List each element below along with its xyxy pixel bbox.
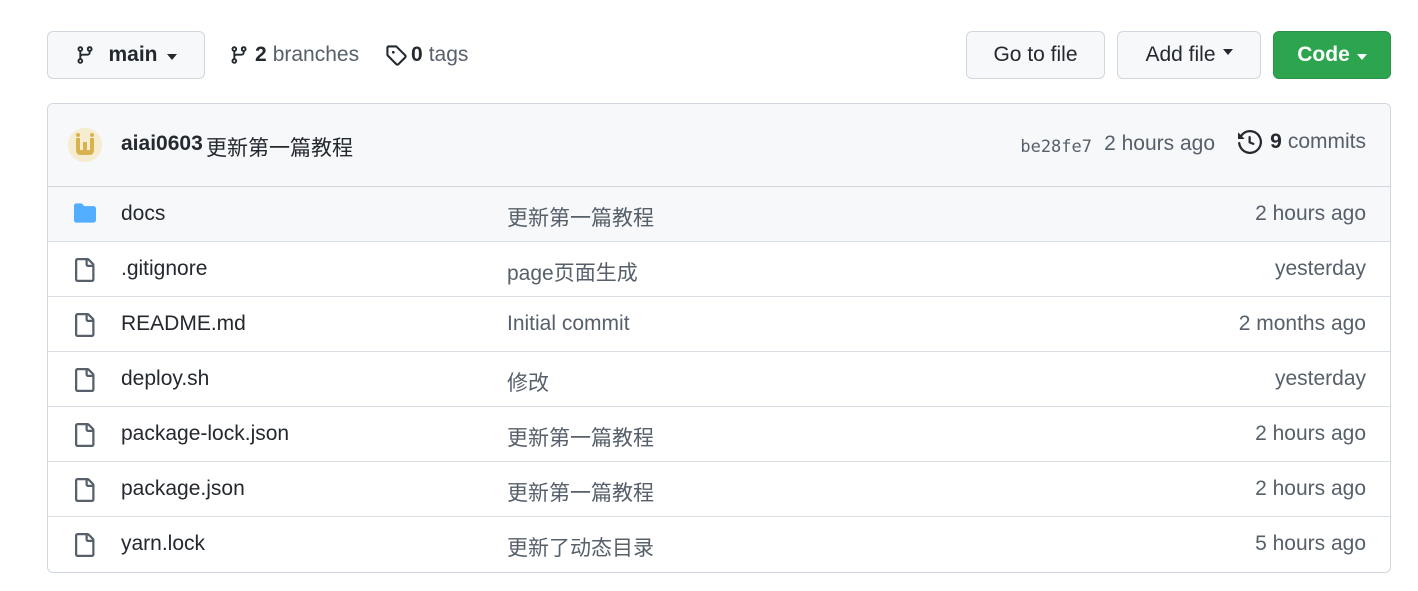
file-row[interactable]: docs 更新第一篇教程 2 hours ago bbox=[48, 187, 1390, 242]
branches-link[interactable]: 2 branches bbox=[229, 31, 359, 79]
file-commit-time: 2 months ago bbox=[1238, 312, 1366, 335]
branches-count: 2 bbox=[255, 43, 267, 66]
file-row[interactable]: deploy.sh 修改 yesterday bbox=[48, 352, 1390, 407]
add-file-label: Add file bbox=[1145, 43, 1216, 66]
avatar[interactable] bbox=[68, 128, 102, 162]
tags-link[interactable]: 0 tags bbox=[385, 31, 468, 79]
latest-commit-bar: aiai0603 更新第一篇教程 be28fe7 2 hours ago 9 c… bbox=[48, 104, 1390, 187]
file-name-link[interactable]: README.md bbox=[121, 312, 246, 336]
branch-name: main bbox=[108, 43, 158, 66]
file-commit-time: 2 hours ago bbox=[1255, 202, 1366, 225]
file-commit-time: 2 hours ago bbox=[1255, 477, 1366, 500]
history-icon bbox=[1238, 130, 1263, 154]
chevron-down-icon bbox=[1356, 53, 1367, 60]
file-commit-message[interactable]: Initial commit bbox=[507, 312, 630, 336]
commit-time: 2 hours ago bbox=[1104, 132, 1215, 155]
file-row[interactable]: .gitignore page页面生成 yesterday bbox=[48, 242, 1390, 297]
file-commit-time: 2 hours ago bbox=[1255, 422, 1366, 445]
file-row[interactable]: yarn.lock 更新了动态目录 5 hours ago bbox=[48, 517, 1390, 572]
chevron-down-icon bbox=[166, 53, 177, 60]
code-button[interactable]: Code bbox=[1273, 31, 1391, 79]
file-commit-message[interactable]: 更新第一篇教程 bbox=[507, 477, 654, 507]
repo-file-navigator: main 2 branches 0 tags Go to file Add fi… bbox=[47, 31, 1391, 573]
branches-label: branches bbox=[272, 43, 360, 66]
file-row[interactable]: package-lock.json 更新第一篇教程 2 hours ago bbox=[48, 407, 1390, 462]
file-icon bbox=[72, 477, 96, 508]
chevron-down-icon bbox=[1222, 49, 1233, 55]
file-commit-time: yesterday bbox=[1274, 257, 1366, 280]
file-icon bbox=[72, 367, 96, 398]
add-file-button[interactable]: Add file bbox=[1117, 31, 1261, 79]
file-row[interactable]: README.md Initial commit 2 months ago bbox=[48, 297, 1390, 352]
commit-author[interactable]: aiai0603 bbox=[121, 132, 203, 156]
file-commit-message[interactable]: 更新了动态目录 bbox=[507, 532, 654, 562]
file-rows: docs 更新第一篇教程 2 hours ago .gitignore page页面生成… bbox=[48, 187, 1390, 572]
file-name-link[interactable]: yarn.lock bbox=[121, 532, 205, 556]
git-branch-icon bbox=[231, 46, 247, 64]
tags-label: tags bbox=[428, 43, 469, 66]
file-row[interactable]: package.json 更新第一篇教程 2 hours ago bbox=[48, 462, 1390, 517]
file-commit-time: 5 hours ago bbox=[1255, 532, 1366, 555]
commits-label: commits bbox=[1287, 130, 1366, 153]
tags-count: 0 bbox=[411, 43, 423, 66]
file-commit-message[interactable]: page页面生成 bbox=[507, 257, 638, 287]
repo-toolbar: main 2 branches 0 tags Go to file Add fi… bbox=[47, 31, 1391, 79]
branch-select-button[interactable]: main bbox=[47, 31, 205, 79]
avatar-logo-icon bbox=[68, 128, 102, 162]
file-name-link[interactable]: .gitignore bbox=[121, 257, 207, 281]
file-commit-time: yesterday bbox=[1274, 367, 1366, 390]
file-commit-message[interactable]: 修改 bbox=[507, 367, 549, 397]
file-list-box: aiai0603 更新第一篇教程 be28fe7 2 hours ago 9 c… bbox=[47, 103, 1391, 573]
commits-count: 9 bbox=[1270, 130, 1282, 153]
file-icon bbox=[72, 312, 96, 343]
tag-icon bbox=[386, 45, 407, 66]
commits-history-link[interactable]: 9 commits bbox=[1238, 130, 1366, 154]
file-icon bbox=[72, 422, 96, 453]
file-name-link[interactable]: docs bbox=[121, 202, 165, 226]
folder-icon bbox=[72, 202, 98, 229]
code-label: Code bbox=[1297, 43, 1350, 66]
file-name-link[interactable]: package.json bbox=[121, 477, 245, 501]
file-icon bbox=[72, 532, 96, 563]
file-name-link[interactable]: deploy.sh bbox=[121, 367, 209, 391]
go-to-file-button[interactable]: Go to file bbox=[966, 31, 1105, 79]
file-commit-message[interactable]: 更新第一篇教程 bbox=[507, 202, 654, 232]
file-commit-message[interactable]: 更新第一篇教程 bbox=[507, 422, 654, 452]
file-name-link[interactable]: package-lock.json bbox=[121, 422, 289, 446]
commit-message[interactable]: 更新第一篇教程 bbox=[206, 132, 353, 162]
git-branch-icon bbox=[77, 46, 93, 64]
commit-sha[interactable]: be28fe7 bbox=[1020, 137, 1092, 157]
file-icon bbox=[72, 257, 96, 288]
